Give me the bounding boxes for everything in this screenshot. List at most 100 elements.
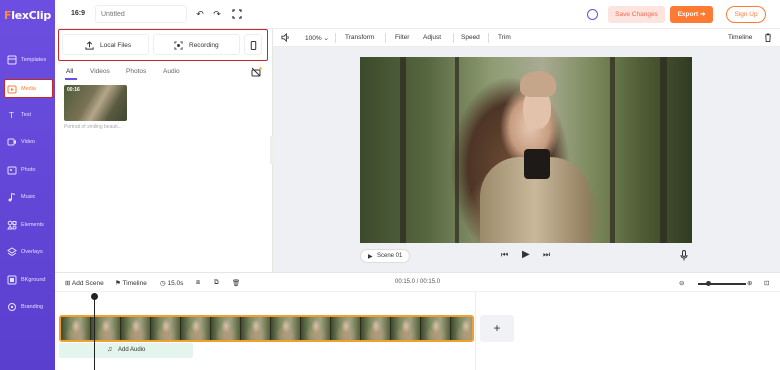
clip-frame (301, 317, 331, 340)
sidebar-item-photo[interactable]: Photo (0, 160, 55, 184)
sidebar-item-label: Templates (21, 57, 47, 63)
play-icon: ▶ (368, 254, 373, 260)
project-title-input[interactable] (95, 5, 187, 23)
media-thumbnail[interactable]: 00:16 (64, 85, 127, 121)
filter-off-icon[interactable] (251, 67, 262, 77)
record-icon (174, 41, 183, 50)
scene-label: Scene 01 (377, 253, 403, 259)
music-note-icon: ♫ (107, 346, 113, 353)
clip-frame (391, 317, 421, 340)
sidebar-item-elements[interactable]: Elements (0, 215, 55, 239)
duplicate-icon[interactable]: ⧉ (214, 279, 219, 287)
templates-icon (7, 55, 17, 65)
export-button[interactable]: Export ➜ (670, 6, 713, 23)
add-scene-button[interactable]: ⊞ Add Scene (65, 279, 104, 287)
redo-icon[interactable]: ↷ (212, 9, 222, 19)
sidebar-item-music[interactable]: Music (0, 187, 55, 211)
subject-hat (520, 71, 556, 97)
add-audio-track[interactable]: ♫ Add Audio (59, 343, 193, 358)
zoom-in-icon[interactable]: ⊕ (747, 279, 752, 287)
thumbnail-caption: Portrait of smiling beauti... (64, 124, 122, 130)
zoom-out-icon[interactable]: ⊖ (679, 279, 684, 287)
video-preview[interactable] (360, 57, 692, 243)
sidebar-item-branding[interactable]: Branding (0, 297, 55, 321)
tab-all[interactable]: All (66, 68, 73, 75)
text-icon: T (8, 111, 14, 120)
sidebar-item-background[interactable]: BKground (0, 270, 55, 294)
elements-icon (7, 220, 17, 230)
scene-selector[interactable]: ▶ Scene 01 (360, 249, 410, 263)
adjust-button[interactable]: Adjust (423, 34, 441, 41)
subject-neck (524, 149, 550, 179)
recording-button[interactable]: Recording (153, 34, 240, 55)
local-files-button[interactable]: Local Files (62, 34, 149, 55)
trash-icon[interactable] (764, 33, 772, 42)
fullscreen-icon[interactable] (232, 9, 242, 19)
timeline-toggle-button[interactable]: Timeline (728, 34, 752, 41)
delete-scene-icon[interactable]: 🗑 (232, 279, 240, 287)
play-button-icon[interactable]: ▶ (522, 250, 530, 260)
tree-trunk (610, 57, 615, 243)
divider (488, 33, 489, 43)
app-root: FlexClip Templates Media T Text Video Ph… (0, 0, 780, 370)
chat-icon[interactable] (587, 9, 598, 20)
canvas-area: ▶ Scene 01 ⏮ ▶ ⏭ (273, 47, 780, 272)
phone-icon (250, 41, 257, 50)
transform-button[interactable]: Transform (345, 34, 374, 41)
tree-trunk (455, 57, 459, 243)
sidebar-item-overlays[interactable]: Overlays (0, 242, 55, 266)
sidebar-item-text[interactable]: T Text (0, 105, 55, 129)
volume-icon[interactable] (281, 33, 290, 42)
split-icon[interactable]: ⧈ (196, 279, 200, 287)
duration-button[interactable]: ◷ 15.0s (160, 279, 183, 287)
aspect-ratio-button[interactable]: 16:9 (71, 10, 85, 17)
playhead-handle[interactable] (91, 293, 98, 300)
sidebar-item-label: Photo (21, 167, 36, 173)
time-display: 00:15.0 / 00:15.0 (395, 279, 441, 285)
phone-upload-button[interactable] (244, 34, 262, 55)
filter-button[interactable]: Filter (395, 34, 409, 41)
add-scene-icon: ⊞ (65, 280, 71, 287)
skip-back-icon[interactable]: ⏮ (501, 250, 508, 260)
duration-value: 15.0s (167, 280, 184, 287)
photo-icon (7, 166, 17, 175)
playhead-line[interactable] (94, 293, 95, 370)
undo-icon[interactable]: ↶ (195, 9, 205, 19)
clip-frame (151, 317, 181, 340)
chevron-down-icon: ⌄ (323, 35, 329, 42)
tab-photos[interactable]: Photos (126, 68, 146, 75)
edit-toolbar: 100% ⌄ Transform Filter Adjust Speed Tri… (273, 29, 780, 47)
tab-videos[interactable]: Videos (90, 68, 110, 75)
fit-timeline-icon[interactable]: ⊡ (764, 279, 769, 287)
add-audio-label: Add Audio (118, 347, 146, 353)
svg-text:T: T (8, 111, 14, 120)
media-icon (7, 85, 17, 94)
local-files-label: Local Files (100, 42, 132, 49)
zoom-value: 100% (305, 35, 322, 42)
skip-forward-icon[interactable]: ⏭ (543, 250, 550, 260)
video-clip[interactable] (59, 315, 474, 342)
branding-icon (8, 303, 16, 311)
zoom-slider-handle[interactable] (706, 281, 711, 286)
sidebar-item-templates[interactable]: Templates (0, 50, 55, 74)
tab-audio[interactable]: Audio (163, 68, 180, 75)
sidebar-item-video[interactable]: Video (0, 132, 55, 156)
timeline-button[interactable]: ⚑ Timeline (115, 279, 147, 287)
overlays-icon (7, 247, 17, 257)
microphone-icon[interactable] (680, 250, 688, 261)
sidebar-item-label: Branding (21, 304, 44, 310)
zoom-dropdown[interactable]: 100% ⌄ (305, 34, 329, 42)
video-icon (7, 138, 16, 146)
thumbnail-duration: 00:16 (67, 87, 80, 93)
logo: FlexClip (4, 9, 51, 22)
music-icon (8, 193, 16, 202)
save-changes-button[interactable]: Save Changes (608, 6, 665, 23)
divider (385, 33, 386, 43)
clip-frame (271, 317, 301, 340)
add-scene-plus-button[interactable]: + (480, 315, 514, 342)
sidebar-item-media[interactable]: Media (0, 79, 55, 103)
sign-up-button[interactable]: Sign Up (726, 6, 766, 23)
speed-button[interactable]: Speed (461, 34, 480, 41)
trim-button[interactable]: Trim (498, 34, 511, 41)
tree-trunk (400, 57, 406, 243)
